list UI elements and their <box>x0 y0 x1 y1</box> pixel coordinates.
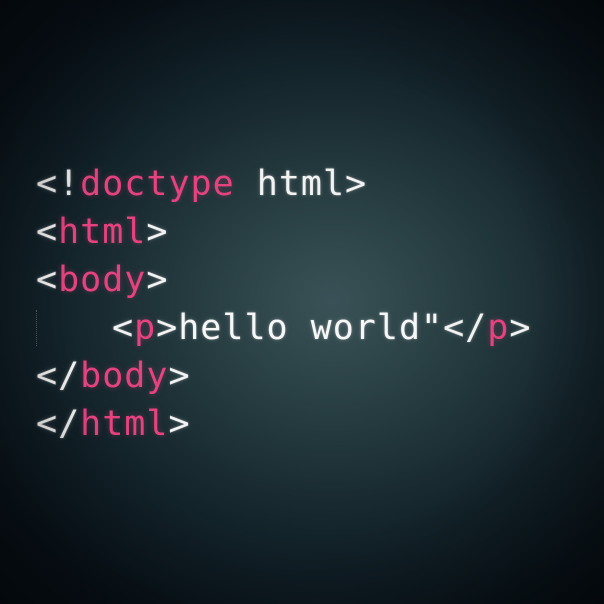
code-line-doctype: <!doctype html> <box>36 160 531 208</box>
p-end-close-bracket: > <box>509 308 532 348</box>
indent-guide <box>36 310 37 346</box>
doctype-open: <! <box>36 164 81 204</box>
body-close-tag: body <box>80 356 169 396</box>
code-editor-screen: <!doctype html> <html> <body> <p>hello worl… <box>0 0 604 604</box>
body-open-close-bracket: > <box>146 260 169 300</box>
html-close-close-bracket: > <box>168 404 191 444</box>
html-open-tag: html <box>58 212 147 252</box>
p-content: hello world" <box>178 308 444 348</box>
p-end-open-bracket: </ <box>443 308 488 348</box>
code-line-html-open: <html> <box>36 208 531 256</box>
html-open-close-bracket: > <box>146 212 169 252</box>
html-close-tag: html <box>80 404 169 444</box>
html-close-bracket: </ <box>36 404 81 444</box>
code-line-body-open: <body> <box>36 256 531 304</box>
code-line-paragraph: <p>hello world"</p> <box>36 304 531 352</box>
p-open-tag: p <box>134 308 157 348</box>
p-open-close-bracket: > <box>156 308 179 348</box>
doctype-rest: html> <box>234 164 368 204</box>
code-block: <!doctype html> <html> <body> <p>hello worl… <box>36 160 531 448</box>
p-open-bracket: < <box>112 308 135 348</box>
body-close-bracket: </ <box>36 356 81 396</box>
html-open-bracket: < <box>36 212 59 252</box>
p-end-tag: p <box>487 308 510 348</box>
doctype-keyword: doctype <box>80 164 235 204</box>
body-close-close-bracket: > <box>168 356 191 396</box>
code-line-body-close: </body> <box>36 352 531 400</box>
body-open-bracket: < <box>36 260 59 300</box>
code-line-html-close: </html> <box>36 400 531 448</box>
body-open-tag: body <box>58 260 147 300</box>
